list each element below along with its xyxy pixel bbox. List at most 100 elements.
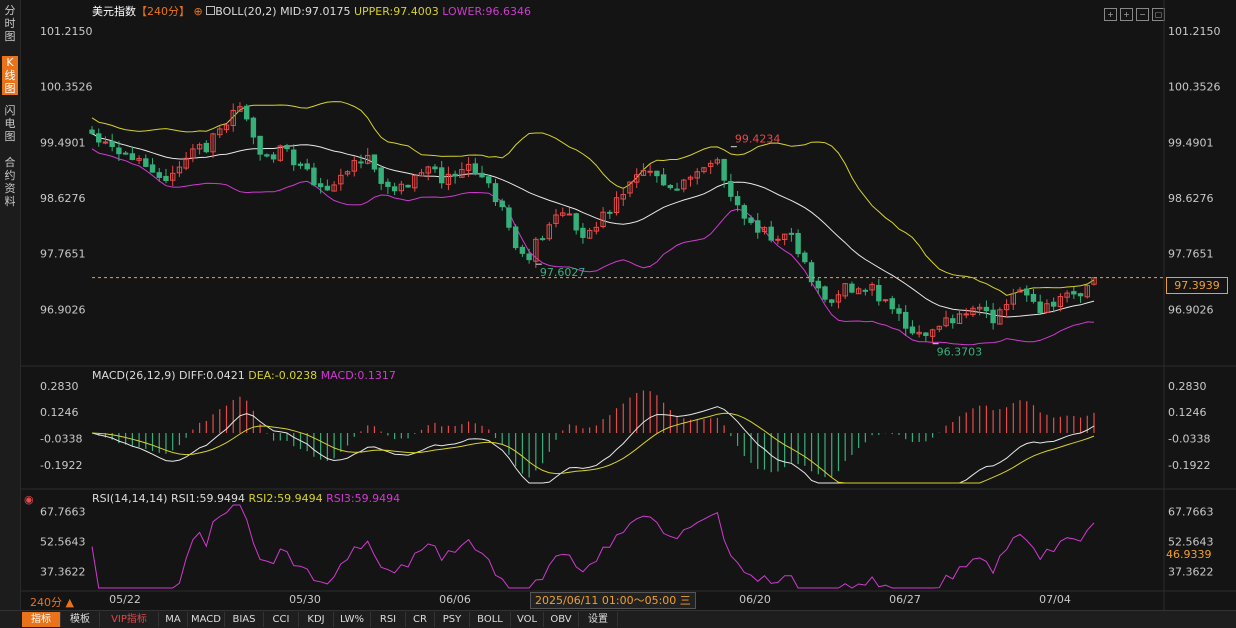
price-axis-label: 97.7651 (40, 248, 86, 261)
candle-body (788, 232, 795, 235)
candle-body (317, 183, 324, 188)
tab-psy[interactable]: PSY (435, 612, 470, 627)
tab-kdj[interactable]: KDJ (299, 612, 334, 627)
candle-body (983, 306, 990, 312)
tab-settings[interactable]: 设置 (579, 612, 618, 627)
current-rsi-tag: 46.9339 (1166, 547, 1216, 562)
low-annotation-2: 96.3703 (937, 346, 983, 359)
rsi-axis-label-right: 67.7663 (1168, 505, 1214, 518)
candle-body (566, 213, 573, 216)
tab-vip[interactable]: VIP指标 (100, 612, 159, 627)
candle-body (270, 154, 277, 160)
candle-body (849, 283, 855, 293)
tab-vol[interactable]: VOL (511, 612, 544, 627)
price-axis-label: 96.9026 (40, 303, 86, 316)
tab-boll[interactable]: BOLL (470, 612, 511, 627)
candle-body (324, 185, 331, 191)
candle-body (903, 311, 909, 329)
candle-body (728, 180, 734, 197)
candle-body (721, 158, 727, 181)
candle-body (755, 220, 761, 233)
candle-body (802, 252, 808, 263)
tab-bias[interactable]: BIAS (225, 612, 264, 627)
candle-body (573, 213, 579, 231)
candle-body (432, 166, 438, 170)
candle-body (143, 158, 149, 167)
candle-body (1024, 288, 1030, 296)
candle-body (472, 163, 479, 175)
macd-diff-line (91, 406, 1095, 484)
price-axis-label: 98.6276 (40, 192, 86, 205)
macd-axis-label: 0.2830 (40, 380, 79, 393)
candle-body (768, 226, 774, 241)
candle-body (950, 318, 956, 324)
boll-upper-line (91, 101, 1095, 296)
candle-body (304, 163, 310, 170)
candle-body (129, 153, 136, 160)
macd-axis-label-right: -0.1922 (1168, 459, 1210, 472)
candle-body (116, 147, 122, 155)
candle-body (96, 133, 102, 143)
tab-cci[interactable]: CCI (264, 612, 299, 627)
tab-lw[interactable]: LW% (334, 612, 371, 627)
candle-body (734, 196, 741, 206)
candle-body (882, 299, 889, 302)
candle-body (391, 186, 398, 192)
tab-rsi[interactable]: RSI (371, 612, 406, 627)
candle-body (654, 170, 660, 177)
macd-dea-line (91, 412, 1095, 484)
candle-body (822, 286, 828, 300)
candle-body (963, 313, 969, 316)
price-axis-label-right: 98.6276 (1168, 192, 1214, 205)
candle-body (647, 170, 653, 173)
candle-body (660, 174, 667, 186)
candle-body (748, 217, 754, 223)
tab-indicator[interactable]: 指标 (22, 612, 61, 627)
candle-body (519, 246, 526, 254)
crosshair-time-tooltip: 2025/06/11 01:00～05:00 三 (530, 592, 696, 609)
macd-axis-label: -0.0338 (40, 433, 82, 446)
candle-body (876, 284, 882, 302)
x-axis-label: 05/22 (109, 593, 141, 606)
tab-template[interactable]: 模板 (61, 612, 100, 627)
candle-body (284, 144, 290, 150)
current-price-tag: 97.3939 (1166, 277, 1228, 294)
candle-body (741, 205, 748, 219)
period-selector[interactable]: 240分 ▲ (30, 594, 74, 610)
tab-macd[interactable]: MACD (188, 612, 225, 627)
macd-axis-label: 0.1246 (40, 406, 79, 419)
tab-cr[interactable]: CR (406, 612, 435, 627)
candle-body (990, 309, 996, 324)
candle-body (909, 326, 916, 334)
macd-axis-label-right: 0.1246 (1168, 406, 1207, 419)
price-axis-label-right: 97.7651 (1168, 248, 1214, 261)
candle-body (923, 332, 929, 336)
candle-body (385, 181, 391, 187)
candle-body (102, 141, 109, 144)
candle-body (815, 280, 821, 289)
boll-lower-line (91, 148, 1095, 346)
x-axis-label: 06/06 (439, 593, 471, 606)
tab-ma[interactable]: MA (159, 612, 188, 627)
candle-body (149, 164, 156, 173)
macd-axis-label-right: 0.2830 (1168, 380, 1207, 393)
candle-body (1077, 293, 1084, 297)
chart-canvas[interactable]: 101.2150 101.2150 100.3526 100.3526 99.4901 9… (0, 0, 1236, 610)
x-axis-label: 06/20 (739, 593, 771, 606)
tab-obv[interactable]: OBV (544, 612, 579, 627)
candle-body (297, 163, 304, 166)
candle-body (163, 175, 169, 182)
candle-body (607, 211, 613, 214)
candle-body (795, 232, 801, 255)
candle-body (358, 161, 364, 164)
price-axis-label-right: 99.4901 (1168, 136, 1214, 149)
price-axis-label-right: 96.9026 (1168, 303, 1214, 316)
candle-body (311, 167, 317, 186)
candle-body (452, 173, 458, 177)
candle-body (109, 140, 115, 147)
candle-body (889, 298, 895, 310)
rsi-axis-label: 67.7663 (40, 505, 86, 518)
macd-axis-label: -0.1922 (40, 459, 82, 472)
candle-body (291, 149, 297, 166)
candle-body (862, 289, 869, 292)
